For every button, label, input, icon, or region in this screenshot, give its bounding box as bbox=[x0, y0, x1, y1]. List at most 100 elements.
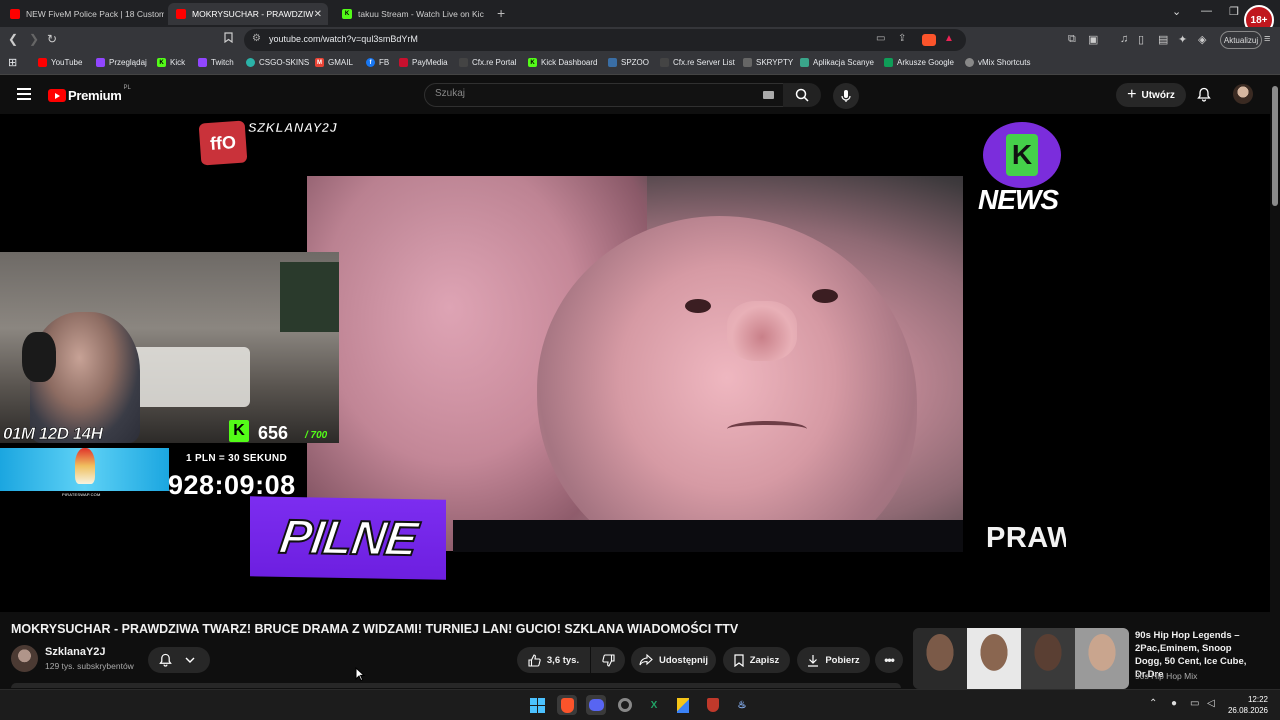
leo-ai-icon[interactable]: ✦ bbox=[1178, 33, 1187, 46]
bookmark-przegladaj[interactable]: Przeglądaj bbox=[96, 58, 147, 67]
windows-start-icon[interactable] bbox=[527, 695, 547, 715]
page-scrollbar[interactable] bbox=[1270, 76, 1280, 688]
bookmark-paymedia[interactable]: PayMedia bbox=[399, 58, 448, 67]
bookmark-skrypty[interactable]: SKRYPTY bbox=[743, 58, 793, 67]
menu-icon[interactable]: ≡ bbox=[1264, 33, 1270, 45]
site-info-icon[interactable]: ⚙ bbox=[252, 33, 261, 44]
more-actions-button[interactable]: ••• bbox=[875, 647, 903, 673]
brave-rewards-icon[interactable]: ▲ bbox=[944, 33, 954, 44]
channel-name[interactable]: SzklanaY2J bbox=[45, 646, 106, 658]
channel-avatar[interactable] bbox=[11, 645, 38, 672]
bookmark-cfx-server-list[interactable]: Cfx.re Server List bbox=[660, 58, 735, 67]
bookmark-icon[interactable] bbox=[224, 32, 233, 46]
keyboard-icon[interactable] bbox=[763, 91, 774, 99]
brave-shields-icon[interactable] bbox=[922, 34, 936, 46]
download-button[interactable]: Pobierz bbox=[797, 647, 870, 673]
bookmark-label: YouTube bbox=[51, 58, 83, 67]
screenshot-icon[interactable]: ▣ bbox=[1088, 33, 1098, 46]
gmail-icon: M bbox=[315, 58, 324, 67]
account-avatar[interactable] bbox=[1233, 84, 1253, 104]
system-clock[interactable]: 12:22 26.08.2026 bbox=[1226, 694, 1268, 716]
subscription-notify-button[interactable] bbox=[148, 647, 210, 673]
news-label: NEWS bbox=[978, 184, 1059, 215]
close-tab-icon[interactable]: ✕ bbox=[314, 9, 322, 20]
bookmarks-bar: ⊞ YouTube Przeglądaj K Kick Twitch CSGO-S… bbox=[0, 53, 1280, 75]
vpn-icon[interactable]: ◈ bbox=[1198, 33, 1206, 46]
bookmark-cfx-portal[interactable]: Cfx.re Portal bbox=[459, 58, 516, 67]
youtube-play-icon bbox=[48, 89, 66, 102]
vmix-icon bbox=[965, 58, 974, 67]
microphone-tray-icon[interactable]: ● bbox=[1171, 698, 1177, 709]
thumbs-down-icon bbox=[601, 653, 615, 667]
excel-icon[interactable]: X bbox=[644, 695, 664, 715]
create-button[interactable]: + Utwórz bbox=[1116, 83, 1186, 107]
forward-icon[interactable]: ❯ bbox=[29, 32, 39, 46]
steam-icon[interactable]: ♨ bbox=[732, 695, 752, 715]
back-icon[interactable]: ❮ bbox=[8, 32, 18, 46]
save-button[interactable]: Zapisz bbox=[723, 647, 790, 673]
menu-icon[interactable] bbox=[17, 88, 31, 100]
bookmark-spzoo[interactable]: SPZOO bbox=[608, 58, 649, 67]
brave-shield-app-icon[interactable] bbox=[703, 695, 723, 715]
recommended-video-channel[interactable]: 90s Hip Hop Mix bbox=[1135, 671, 1197, 681]
cast-icon[interactable]: ▭ bbox=[876, 33, 885, 44]
video-player[interactable]: ffO SZKLANAY2J K NEWS 01M 12D 14H K 656 … bbox=[0, 114, 1270, 612]
notifications-bell-icon[interactable] bbox=[1197, 87, 1211, 107]
bookmark-label: Przeglądaj bbox=[109, 58, 147, 67]
bookmark-youtube[interactable]: YouTube bbox=[38, 58, 82, 67]
bookmark-csgo-skins[interactable]: CSGO-SKINS bbox=[246, 58, 309, 67]
save-label: Zapisz bbox=[749, 654, 780, 666]
address-bar[interactable]: ⚙ youtube.com/watch?v=qul3smBdYrM ▭ ⇪ ▲ bbox=[244, 29, 966, 51]
bookmark-gmail[interactable]: M GMAIL bbox=[315, 58, 353, 67]
clock-time: 12:22 bbox=[1247, 695, 1268, 704]
update-button[interactable]: Aktualizuj bbox=[1220, 31, 1262, 49]
tab-search-icon[interactable]: ⌄ bbox=[1172, 5, 1181, 18]
more-icon: ••• bbox=[884, 653, 895, 667]
new-tab-icon[interactable]: + bbox=[497, 5, 505, 21]
youtube-premium-logo[interactable]: Premium PL bbox=[48, 85, 131, 103]
breaking-label: PILNE bbox=[275, 509, 421, 566]
share-button[interactable]: Udostępnij bbox=[631, 647, 716, 673]
bookmark-fb[interactable]: f FB bbox=[366, 58, 389, 67]
media-icon[interactable]: ♫ bbox=[1120, 33, 1128, 45]
chrome-icon[interactable] bbox=[615, 695, 635, 715]
bookmark-label: Arkusze Google bbox=[897, 58, 954, 67]
channel-key-logo: ffO bbox=[198, 120, 248, 166]
tab-kick[interactable]: K takuu Stream - Watch Live on Kic bbox=[334, 3, 494, 25]
like-button[interactable]: 3,6 tys. bbox=[517, 647, 590, 673]
twitch-icon bbox=[96, 58, 105, 67]
tab-fivem[interactable]: NEW FiveM Police Pack | 18 Custom bbox=[2, 3, 164, 25]
search-input[interactable] bbox=[435, 88, 735, 99]
share-page-icon[interactable]: ⇪ bbox=[898, 33, 906, 44]
bookmark-kick[interactable]: K Kick bbox=[157, 58, 185, 67]
restore-icon[interactable]: ❐ bbox=[1229, 5, 1239, 18]
scrollbar-thumb[interactable] bbox=[1272, 86, 1278, 206]
bookmark-vmix-shortcuts[interactable]: vMix Shortcuts bbox=[965, 58, 1030, 67]
wallet-icon[interactable]: ▤ bbox=[1158, 33, 1168, 46]
search-button[interactable] bbox=[783, 83, 821, 107]
brave-browser-icon[interactable] bbox=[557, 695, 577, 715]
volume-icon[interactable]: ◁ bbox=[1207, 698, 1215, 709]
sidebar-icon[interactable]: ▯ bbox=[1138, 33, 1144, 46]
bookmark-arkusze-google[interactable]: Arkusze Google bbox=[884, 58, 954, 67]
discord-icon[interactable] bbox=[586, 695, 606, 715]
apps-grid-icon[interactable]: ⊞ bbox=[8, 56, 17, 69]
bookmark-label: Cfx.re Server List bbox=[673, 58, 735, 67]
cfx-icon bbox=[660, 58, 669, 67]
bookmark-aplikacja-scanye[interactable]: Aplikacja Scanye bbox=[800, 58, 874, 67]
notes-app-icon[interactable] bbox=[673, 695, 693, 715]
voice-search-button[interactable] bbox=[833, 83, 859, 109]
bookmark-twitch[interactable]: Twitch bbox=[198, 58, 234, 67]
network-icon[interactable]: ▭ bbox=[1190, 698, 1199, 709]
minimize-icon[interactable]: — bbox=[1201, 5, 1212, 17]
tray-overflow-icon[interactable]: ⌃ bbox=[1149, 698, 1157, 709]
tab-label: NEW FiveM Police Pack | 18 Custom bbox=[26, 9, 164, 19]
tab-mokrysuchar[interactable]: MOKRYSUCHAR - PRAWDZIW ✕ bbox=[168, 3, 328, 25]
bookmark-kick-dashboard[interactable]: K Kick Dashboard bbox=[528, 58, 597, 67]
dislike-button[interactable] bbox=[591, 647, 625, 673]
reload-icon[interactable]: ↻ bbox=[47, 32, 57, 46]
folder-icon bbox=[743, 58, 752, 67]
description-box[interactable] bbox=[11, 683, 901, 688]
recommended-video-thumbnail[interactable] bbox=[913, 628, 1129, 689]
extensions-icon[interactable]: ⧉ bbox=[1068, 33, 1076, 46]
